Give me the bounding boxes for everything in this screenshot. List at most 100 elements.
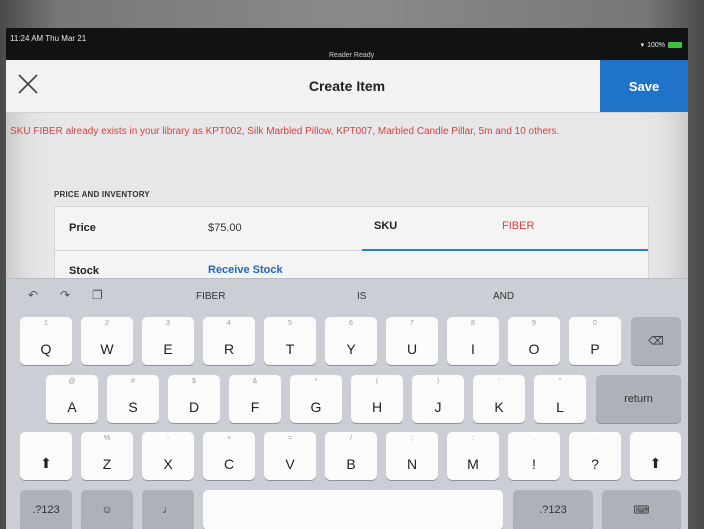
- status-time: 11:24 AM Thu Mar 21: [10, 34, 87, 43]
- key-label: B: [346, 456, 356, 472]
- key-g[interactable]: * G: [290, 375, 342, 423]
- key-v[interactable]: = V: [264, 432, 316, 480]
- key-label: M: [467, 456, 479, 472]
- key-hint: 7: [410, 320, 414, 327]
- key-m[interactable]: :M: [447, 432, 499, 480]
- key-label: X: [163, 456, 173, 472]
- key-hint: .: [594, 435, 596, 442]
- key-label: R: [223, 341, 235, 357]
- key-label: P: [590, 341, 600, 357]
- key-label: V: [285, 456, 295, 472]
- key-h[interactable]: (H: [351, 375, 403, 423]
- key-label: S: [128, 399, 138, 415]
- key-y[interactable]: 6Y: [325, 317, 377, 365]
- key-hint: (: [375, 378, 379, 385]
- key-hint: %: [103, 435, 111, 442]
- key-hint: -: [166, 435, 170, 442]
- prediction-3[interactable]: AND: [493, 291, 514, 302]
- key-t[interactable]: 5T: [264, 317, 316, 365]
- stock-label: Stock: [69, 265, 99, 277]
- shift-key-left[interactable]: ⬆: [20, 432, 72, 480]
- key-w[interactable]: 2W: [81, 317, 133, 365]
- prediction-1[interactable]: FIBER: [196, 291, 225, 302]
- key-u[interactable]: 7U: [386, 317, 438, 365]
- key-label: K: [494, 399, 504, 415]
- key-label: L: [556, 399, 564, 415]
- sku-input[interactable]: FIBER: [502, 220, 534, 232]
- key-label: Y: [346, 341, 356, 357]
- numbers-key-left[interactable]: .?123: [20, 490, 72, 529]
- redo-icon[interactable]: ↷: [60, 288, 70, 302]
- key-label: Z: [102, 456, 112, 472]
- prediction-2[interactable]: IS: [357, 291, 366, 302]
- key-label: ⬆: [649, 455, 662, 471]
- key-x[interactable]: -X: [142, 432, 194, 480]
- key-q[interactable]: 1Q: [20, 317, 72, 365]
- key-r[interactable]: 4R: [203, 317, 255, 365]
- key-hint: 6: [349, 320, 353, 327]
- price-field[interactable]: $75.00: [208, 222, 242, 234]
- price-sku-row: Price $75.00 SKU FIBER: [55, 207, 648, 251]
- key-a[interactable]: @ A: [46, 375, 98, 423]
- device-frame: 11:24 AM Thu Mar 21 Reader Ready ▾ 100% …: [0, 0, 704, 529]
- space-key[interactable]: [203, 490, 503, 529]
- key-label: ⌨: [633, 504, 650, 517]
- emoji-key[interactable]: ☺: [81, 490, 133, 529]
- reader-status: Reader Ready: [329, 52, 375, 59]
- key-label: N: [406, 456, 418, 472]
- microphone-key[interactable]: ♩: [142, 490, 194, 529]
- page-title: Create Item: [308, 78, 386, 94]
- key-n[interactable]: ; N: [386, 432, 438, 480]
- undo-icon[interactable]: ↶: [28, 288, 38, 302]
- key-label: .?123: [539, 504, 567, 516]
- receive-stock-link[interactable]: Receive Stock: [208, 264, 283, 276]
- price-label: Price: [69, 222, 96, 234]
- key-label: ☺: [101, 504, 113, 516]
- key-e[interactable]: 3E: [142, 317, 194, 365]
- key-hint: *: [314, 378, 318, 385]
- key-label: U: [406, 341, 418, 357]
- key-j[interactable]: ) J: [412, 375, 464, 423]
- key-label: D: [188, 399, 200, 415]
- key-hint: /: [350, 435, 352, 442]
- key-label: J: [434, 399, 442, 415]
- key-label: C: [223, 456, 235, 472]
- return-key[interactable]: return: [596, 375, 681, 423]
- sku-error-message: SKU FIBER already exists in your library…: [10, 126, 560, 137]
- key-f[interactable]: & F: [229, 375, 281, 423]
- battery-icon: [668, 42, 682, 48]
- nav-bar: Create Item Save: [6, 60, 688, 113]
- key-label: H: [371, 399, 383, 415]
- key-hint: :: [472, 435, 474, 442]
- key-k[interactable]: ' K: [473, 375, 525, 423]
- key-i[interactable]: 8I: [447, 317, 499, 365]
- key-o[interactable]: 9O: [508, 317, 560, 365]
- key-z[interactable]: % Z: [81, 432, 133, 480]
- key-question[interactable]: .?: [569, 432, 621, 480]
- backspace-key[interactable]: ⌫: [631, 317, 681, 365]
- sku-field[interactable]: SKU FIBER: [362, 207, 648, 251]
- battery-percent: 100%: [647, 41, 665, 49]
- key-c[interactable]: + C: [203, 432, 255, 480]
- key-label: F: [250, 399, 260, 415]
- hide-keyboard-key[interactable]: ⌨: [602, 490, 681, 529]
- key-b[interactable]: / B: [325, 432, 377, 480]
- key-hint: 5: [288, 320, 292, 327]
- paste-icon[interactable]: ❐: [92, 288, 103, 302]
- key-d[interactable]: $ D: [168, 375, 220, 423]
- key-hint: 3: [166, 320, 170, 327]
- key-label: A: [67, 399, 77, 415]
- key-hint: +: [226, 435, 232, 442]
- key-hint: &: [252, 378, 258, 385]
- key-s[interactable]: # S: [107, 375, 159, 423]
- key-p[interactable]: 0P: [569, 317, 621, 365]
- shift-key-right[interactable]: ⬆: [630, 432, 681, 480]
- prediction-bar: ↶ ↷ ❐ FIBER IS AND: [6, 279, 688, 313]
- key-exclamation[interactable]: ,!: [508, 432, 560, 480]
- key-hint: #: [131, 378, 135, 385]
- key-label: ?: [591, 456, 599, 472]
- save-button[interactable]: Save: [600, 60, 688, 112]
- key-l[interactable]: " L: [534, 375, 586, 423]
- numbers-key-right[interactable]: .?123: [513, 490, 593, 529]
- status-bar: 11:24 AM Thu Mar 21 Reader Ready ▾ 100%: [6, 28, 688, 60]
